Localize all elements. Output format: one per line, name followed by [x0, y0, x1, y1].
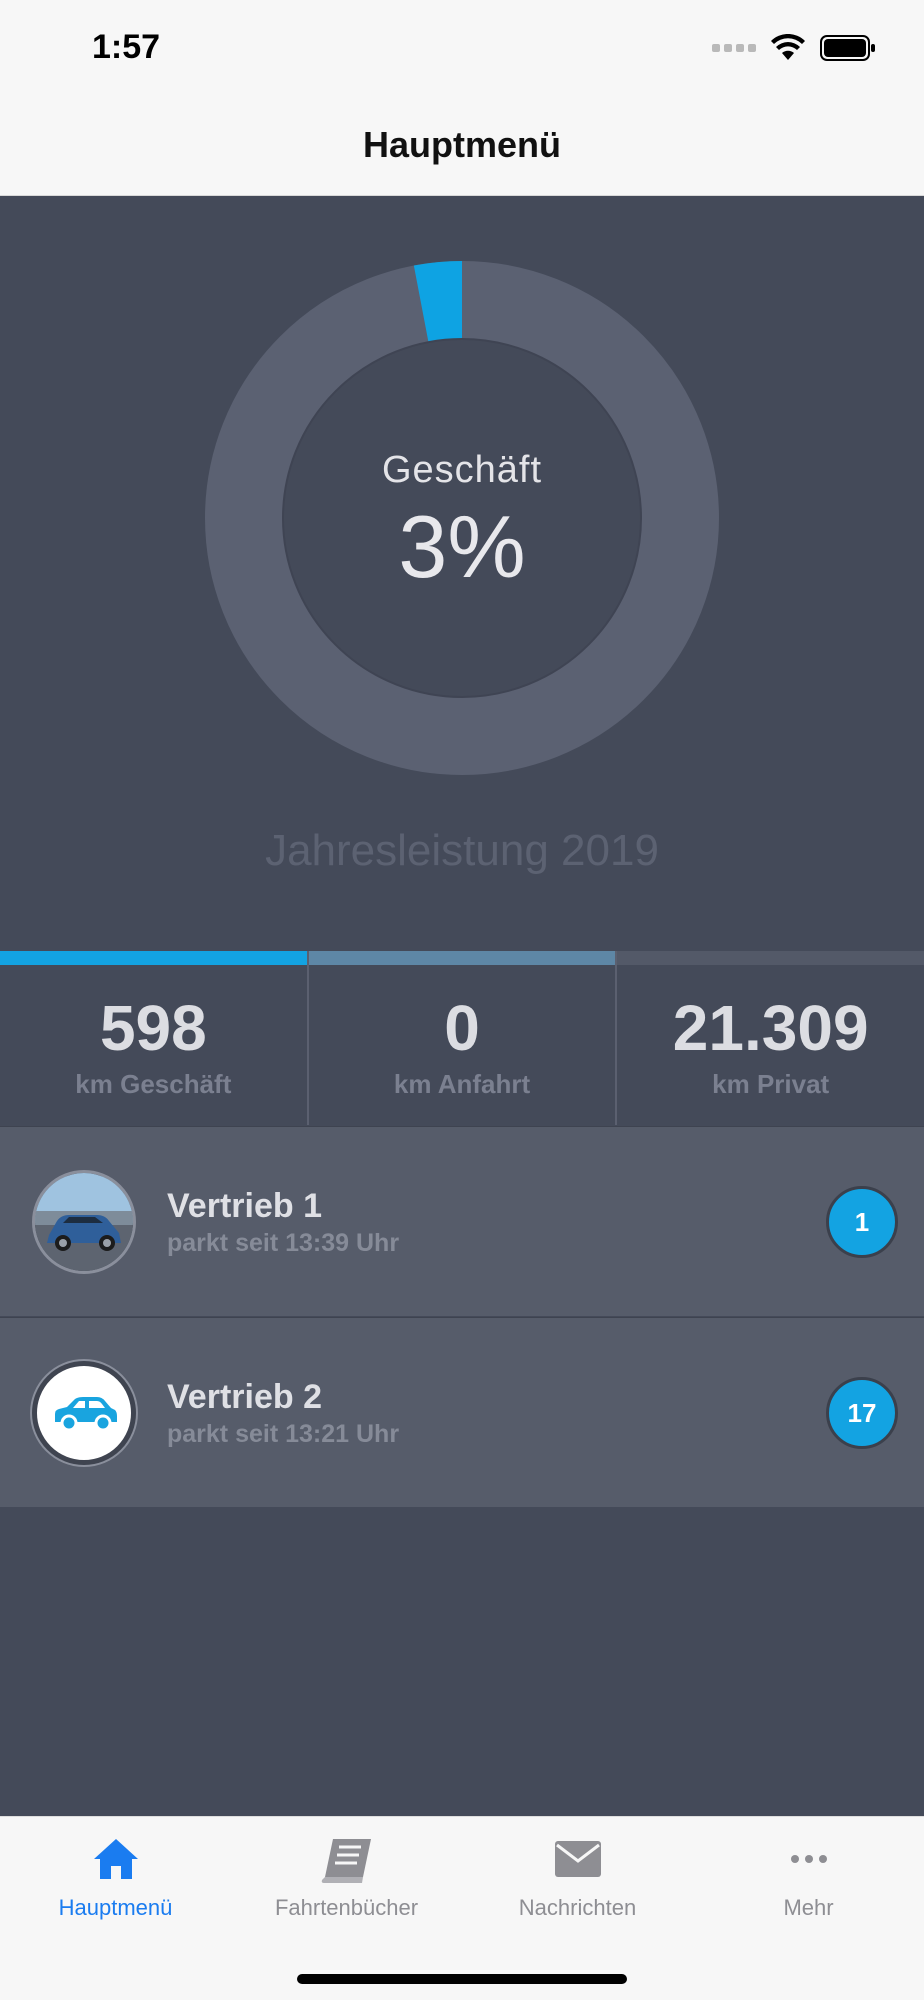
vehicle-name: Vertrieb 2	[167, 1378, 322, 1416]
vehicle-row[interactable]: Vertrieb 2 parkt seit 13:21 Uhr 17	[0, 1317, 924, 1507]
tab-label: Fahrtenbücher	[274, 1895, 419, 1920]
stat-bar-private	[617, 951, 924, 965]
car-icon	[55, 1397, 117, 1432]
wifi-icon	[771, 34, 805, 60]
main-content: Geschäft 3% Jahresleistung 2019 598 km G…	[0, 196, 924, 1816]
vehicle-status: parkt seit 13:21 Uhr	[167, 1420, 400, 1448]
vehicle-photo-avatar	[32, 1170, 136, 1274]
tab-label: Nachrichten	[518, 1895, 637, 1920]
notification-badge[interactable]: 1	[826, 1186, 898, 1258]
book-icon	[321, 1839, 371, 1883]
vehicle-row[interactable]: Vertrieb 1 parkt seit 13:39 Uhr 1	[0, 1126, 924, 1316]
tab-mehr[interactable]: Mehr	[693, 1817, 924, 1937]
tab-label: Mehr	[783, 1895, 834, 1920]
donut-label: Geschäft	[381, 449, 543, 491]
stat-private[interactable]: 21.309 km Privat	[617, 951, 924, 1125]
mail-icon	[554, 1841, 601, 1877]
stat-bar-commute	[308, 951, 616, 965]
stat-value: 21.309	[672, 992, 869, 1064]
home-indicator	[297, 1974, 627, 1984]
more-icon	[790, 1855, 827, 1863]
status-bar: 1:57	[0, 0, 924, 98]
tab-label: Hauptmenü	[58, 1895, 173, 1920]
navigation-bar: Hauptmenü	[0, 98, 924, 196]
status-icons	[712, 34, 876, 62]
vehicle-icon-avatar	[32, 1361, 136, 1465]
tab-nachrichten[interactable]: Nachrichten	[462, 1817, 693, 1937]
donut-chart: Geschäft 3% Jahresleistung 2019	[0, 196, 924, 956]
stat-bar-business	[0, 951, 307, 965]
stat-value: 598	[99, 992, 207, 1064]
stat-commute[interactable]: 0 km Anfahrt	[308, 951, 618, 1125]
stat-label: km Anfahrt	[393, 1069, 531, 1099]
stat-label: km Privat	[712, 1069, 830, 1099]
donut-percentage: 3%	[398, 497, 526, 596]
mileage-stats: 598 km Geschäft 0 km Anfahrt 21.309 km P…	[0, 951, 924, 1125]
page-title: Hauptmenü	[363, 124, 561, 165]
year-performance-label: Jahresleistung 2019	[265, 826, 659, 875]
status-time: 1:57	[92, 28, 161, 66]
cellular-signal-icon	[712, 44, 756, 52]
car-photo-icon	[35, 1173, 133, 1271]
tab-hauptmenu[interactable]: Hauptmenü	[0, 1817, 231, 1937]
tab-bar: Hauptmenü Fahrtenbücher Nachrichten Mehr	[0, 1816, 924, 2000]
notification-badge[interactable]: 17	[826, 1377, 898, 1449]
tab-fahrtenbucher[interactable]: Fahrtenbücher	[231, 1817, 462, 1937]
stat-value: 0	[444, 992, 480, 1064]
battery-icon	[820, 35, 875, 61]
home-icon	[93, 1839, 138, 1879]
stat-label: km Geschäft	[75, 1069, 232, 1099]
stat-business[interactable]: 598 km Geschäft	[0, 951, 309, 1125]
vehicle-name: Vertrieb 1	[167, 1187, 322, 1225]
vehicle-status: parkt seit 13:39 Uhr	[167, 1229, 400, 1257]
